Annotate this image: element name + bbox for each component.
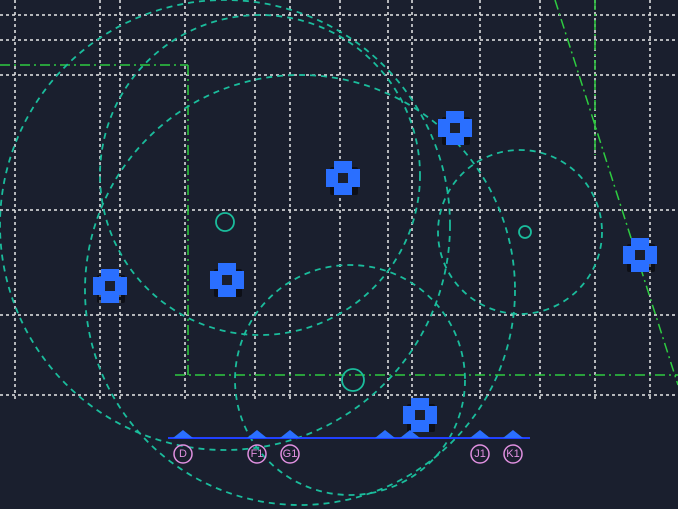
grid-marker[interactable]: G1	[281, 445, 299, 463]
grid-marker[interactable]: D	[174, 445, 192, 463]
column-node[interactable]	[438, 111, 472, 145]
cyan-dashed-circle	[100, 15, 420, 335]
grid-marker[interactable]: J1	[471, 445, 489, 463]
axis-tick	[247, 430, 267, 438]
grid-markers: D F1 G1 J1 K1	[174, 445, 522, 463]
cyan-center-circle	[342, 369, 364, 391]
marker-label: D	[179, 448, 187, 460]
marker-label: F1	[251, 448, 264, 460]
cyan-center-circle	[216, 213, 234, 231]
marker-label: J1	[474, 448, 486, 460]
marker-label: G1	[283, 448, 298, 460]
column-node[interactable]	[93, 269, 127, 303]
cad-canvas[interactable]: D F1 G1 J1 K1	[0, 0, 678, 509]
cyan-dashed-circle	[0, 0, 450, 450]
column-node[interactable]	[326, 161, 360, 195]
cyan-center-circle	[519, 226, 531, 238]
column-node[interactable]	[623, 238, 657, 272]
marker-label: K1	[506, 448, 519, 460]
grid-marker[interactable]: K1	[504, 445, 522, 463]
axis-tick	[470, 430, 490, 438]
green-line	[555, 0, 678, 385]
column-node[interactable]	[403, 398, 437, 432]
cyan-dashed-circle	[235, 265, 465, 495]
nodes	[93, 111, 657, 432]
axis-tick	[280, 430, 300, 438]
column-node[interactable]	[210, 263, 244, 297]
grid-axis	[168, 430, 530, 438]
axis-tick	[173, 430, 193, 438]
grid-marker[interactable]: F1	[248, 445, 266, 463]
axis-tick	[503, 430, 523, 438]
axis-tick	[375, 430, 395, 438]
cyan-dashed-circle	[438, 150, 602, 314]
